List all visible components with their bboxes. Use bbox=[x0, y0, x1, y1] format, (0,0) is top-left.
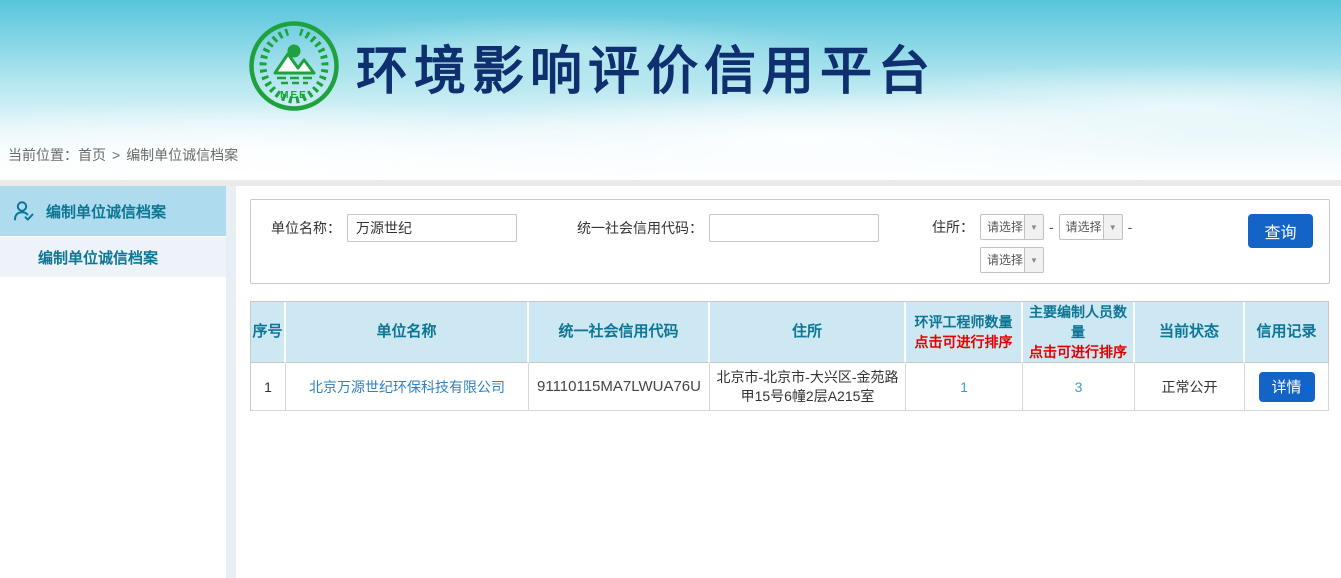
cell-index: 1 bbox=[251, 363, 286, 411]
content-area: 编制单位诚信档案 编制单位诚信档案 单位名称： 统一社会信用代码： 住所： bbox=[0, 186, 1341, 578]
sidebar-subitem-unit-credit-archive[interactable]: 编制单位诚信档案 bbox=[0, 237, 226, 277]
col-address: 住所 bbox=[710, 302, 906, 363]
district-select[interactable]: 请选择 ▼ bbox=[980, 247, 1044, 273]
col-staff-sort[interactable]: 主要编制人员数量 点击可进行排序 bbox=[1023, 302, 1135, 363]
sidebar-subitem-label: 编制单位诚信档案 bbox=[38, 247, 158, 268]
address-selects: 请选择 ▼ - 请选择 ▼ - 请选择 ▼ bbox=[980, 214, 1137, 273]
address-separator: - bbox=[1049, 219, 1054, 235]
col-engineers-sort[interactable]: 环评工程师数量 点击可进行排序 bbox=[906, 302, 1023, 363]
breadcrumb-separator: > bbox=[112, 147, 120, 163]
cell-address: 北京市-北京市-大兴区-金苑路甲15号6幢2层A215室 bbox=[710, 363, 906, 411]
sidebar-item-unit-credit-archive[interactable]: 编制单位诚信档案 bbox=[0, 186, 226, 236]
table-row: 1 北京万源世纪环保科技有限公司 91110115MA7LWUA76U 北京市-… bbox=[251, 363, 1329, 411]
user-check-icon bbox=[12, 199, 36, 223]
sidebar: 编制单位诚信档案 编制单位诚信档案 bbox=[0, 186, 226, 578]
search-button[interactable]: 查询 bbox=[1248, 214, 1313, 248]
col-staff-sort-hint: 点击可进行排序 bbox=[1024, 342, 1132, 362]
company-name-label: 单位名称： bbox=[271, 218, 341, 238]
address-field: 住所： 请选择 ▼ - 请选择 ▼ - bbox=[932, 214, 1137, 242]
company-name-input[interactable] bbox=[347, 214, 517, 242]
breadcrumb-label: 当前位置： bbox=[8, 147, 78, 163]
breadcrumb-home-link[interactable]: 首页 bbox=[78, 147, 106, 163]
site-title: 环境影响评价信用平台 bbox=[356, 29, 936, 104]
col-company: 单位名称 bbox=[286, 302, 529, 363]
province-select-value: 请选择 bbox=[981, 215, 1024, 239]
mee-logo-icon: MEE bbox=[248, 20, 340, 112]
table-header-row: 序号 单位名称 统一社会信用代码 住所 环评工程师数量 点击可进行排序 主要编制… bbox=[251, 302, 1329, 363]
col-engineers-label: 环评工程师数量 bbox=[907, 312, 1020, 332]
cell-status: 正常公开 bbox=[1135, 363, 1245, 411]
col-index: 序号 bbox=[251, 302, 286, 363]
credit-code-label: 统一社会信用代码： bbox=[577, 218, 703, 238]
cell-credit-code: 91110115MA7LWUA76U bbox=[529, 363, 710, 411]
sidebar-main-divider bbox=[226, 186, 236, 578]
chevron-down-icon: ▼ bbox=[1024, 215, 1043, 239]
breadcrumb-current: 编制单位诚信档案 bbox=[126, 147, 238, 163]
company-link[interactable]: 北京万源世纪环保科技有限公司 bbox=[309, 379, 505, 395]
col-engineers-sort-hint: 点击可进行排序 bbox=[907, 332, 1020, 352]
company-name-field: 单位名称： bbox=[271, 214, 517, 242]
district-select-value: 请选择 bbox=[981, 248, 1024, 272]
search-panel: 单位名称： 统一社会信用代码： 住所： 请选择 ▼ - bbox=[250, 199, 1330, 284]
city-select-value: 请选择 bbox=[1060, 215, 1103, 239]
address-separator: - bbox=[1128, 219, 1133, 235]
engineers-count-link[interactable]: 1 bbox=[960, 379, 968, 395]
col-status: 当前状态 bbox=[1135, 302, 1245, 363]
site-header: MEE 环境影响评价信用平台 当前位置：首页 > 编制单位诚信档案 bbox=[0, 0, 1341, 180]
credit-code-field: 统一社会信用代码： bbox=[577, 214, 879, 242]
province-select[interactable]: 请选择 ▼ bbox=[980, 214, 1044, 240]
city-select[interactable]: 请选择 ▼ bbox=[1059, 214, 1123, 240]
staff-count-link[interactable]: 3 bbox=[1075, 379, 1083, 395]
sidebar-item-label: 编制单位诚信档案 bbox=[46, 201, 166, 222]
col-credit-code: 统一社会信用代码 bbox=[529, 302, 710, 363]
brand: MEE 环境影响评价信用平台 bbox=[0, 0, 1341, 112]
main-panel: 单位名称： 统一社会信用代码： 住所： 请选择 ▼ - bbox=[236, 186, 1341, 578]
chevron-down-icon: ▼ bbox=[1024, 248, 1043, 272]
detail-button[interactable]: 详情 bbox=[1259, 372, 1315, 402]
col-staff-label: 主要编制人员数量 bbox=[1024, 302, 1132, 342]
svg-text:MEE: MEE bbox=[280, 90, 308, 101]
breadcrumb: 当前位置：首页 > 编制单位诚信档案 bbox=[8, 145, 238, 165]
col-credit-record: 信用记录 bbox=[1245, 302, 1329, 363]
results-table: 序号 单位名称 统一社会信用代码 住所 环评工程师数量 点击可进行排序 主要编制… bbox=[250, 301, 1329, 411]
address-label: 住所： bbox=[932, 214, 974, 240]
chevron-down-icon: ▼ bbox=[1103, 215, 1122, 239]
credit-code-input[interactable] bbox=[709, 214, 879, 242]
